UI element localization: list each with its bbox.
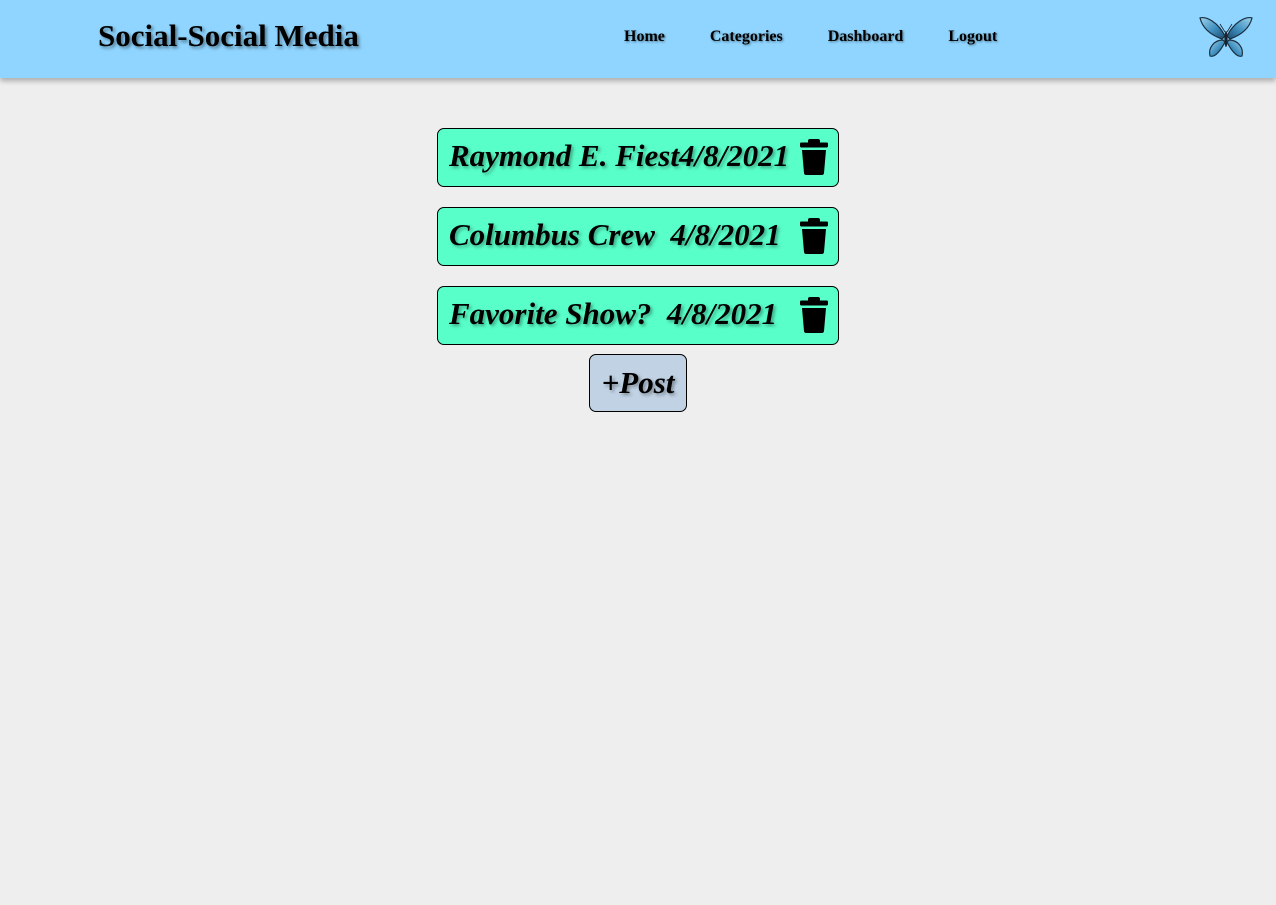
post-item[interactable]: Columbus Crew 4/8/2021 bbox=[437, 207, 839, 266]
post-text: Columbus Crew 4/8/2021 bbox=[449, 217, 781, 253]
post-text: Favorite Show? 4/8/2021 bbox=[449, 296, 777, 332]
butterfly-icon bbox=[1199, 17, 1253, 57]
navbar: Social-Social Media Home Categories Dash… bbox=[0, 0, 1276, 78]
nav-categories[interactable]: Categories bbox=[710, 28, 783, 46]
post-item[interactable]: Raymond E. Fiest4/8/2021 bbox=[437, 128, 839, 187]
post-title: Favorite Show? bbox=[449, 296, 652, 331]
post-text: Raymond E. Fiest4/8/2021 bbox=[449, 138, 789, 174]
post-title: Columbus Crew bbox=[449, 217, 655, 252]
nav-dashboard[interactable]: Dashboard bbox=[828, 28, 904, 46]
trash-icon[interactable] bbox=[799, 139, 829, 175]
nav-home[interactable]: Home bbox=[624, 28, 665, 46]
nav-logout[interactable]: Logout bbox=[948, 28, 997, 46]
post-title: Raymond E. Fiest bbox=[449, 138, 679, 173]
trash-icon[interactable] bbox=[799, 297, 829, 333]
trash-icon[interactable] bbox=[799, 218, 829, 254]
post-date: 4/8/2021 bbox=[670, 217, 781, 252]
site-title[interactable]: Social-Social Media bbox=[98, 18, 359, 54]
post-date: 4/8/2021 bbox=[666, 296, 778, 331]
add-post-button[interactable]: +Post bbox=[589, 354, 687, 412]
post-list: Raymond E. Fiest4/8/2021 Columbus Crew 4… bbox=[437, 128, 839, 365]
post-item[interactable]: Favorite Show? 4/8/2021 bbox=[437, 286, 839, 345]
nav-links: Home Categories Dashboard Logout bbox=[624, 28, 997, 46]
post-date: 4/8/2021 bbox=[678, 138, 790, 173]
